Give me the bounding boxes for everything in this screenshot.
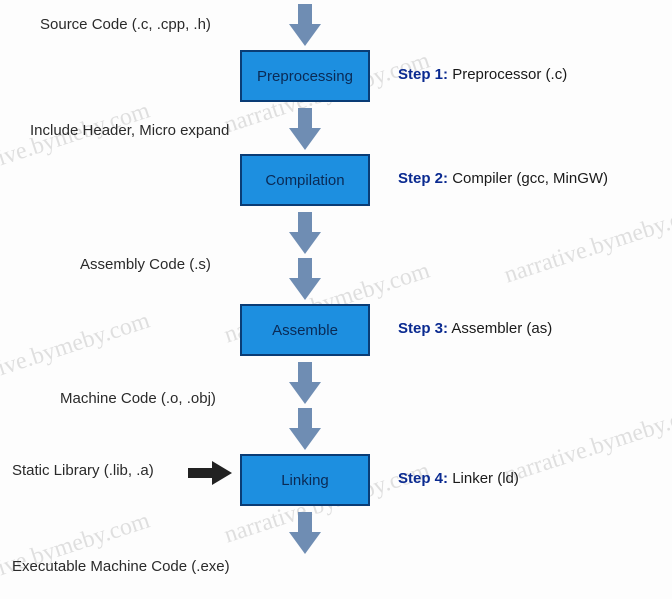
stage-assemble: Assemble (240, 304, 370, 356)
arrow-down-icon (291, 512, 319, 554)
step-text: Linker (ld) (452, 470, 519, 487)
step-prefix: Step 4: (398, 470, 448, 487)
arrow-down-icon (291, 258, 319, 300)
arrow-right-icon (188, 462, 234, 484)
watermark: narrative.bymeby.com (0, 508, 153, 599)
step-text: Preprocessor (.c) (452, 66, 567, 83)
stage-label: Assemble (272, 322, 338, 339)
stage-preprocessing: Preprocessing (240, 50, 370, 102)
watermark: narrative.bymeby.com (0, 308, 153, 400)
watermark: narrative.bymeby.com (501, 198, 672, 290)
watermark: narrative.bymeby.com (0, 98, 153, 190)
step-4-label: Step 4: Linker (ld) (398, 470, 519, 487)
arrow-down-icon (291, 362, 319, 404)
stage-label: Preprocessing (257, 68, 353, 85)
stage-label: Linking (281, 472, 329, 489)
source-code-label: Source Code (.c, .cpp, .h) (40, 16, 211, 33)
include-header-label: Include Header, Micro expand (30, 122, 229, 139)
step-prefix: Step 2: (398, 170, 448, 187)
machine-code-label: Machine Code (.o, .obj) (60, 390, 216, 407)
arrow-down-icon (291, 408, 319, 450)
arrow-down-icon (291, 108, 319, 150)
stage-label: Compilation (265, 172, 344, 189)
static-library-label: Static Library (.lib, .a) (12, 462, 154, 479)
step-text: Assembler (as) (451, 320, 552, 337)
arrow-down-icon (291, 212, 319, 254)
executable-output-label: Executable Machine Code (.exe) (12, 558, 230, 575)
step-text: Compiler (gcc, MinGW) (452, 170, 608, 187)
arrow-down-icon (291, 4, 319, 46)
step-1-label: Step 1: Preprocessor (.c) (398, 66, 567, 83)
stage-linking: Linking (240, 454, 370, 506)
step-2-label: Step 2: Compiler (gcc, MinGW) (398, 170, 608, 187)
assembly-code-label: Assembly Code (.s) (80, 256, 211, 273)
watermark: narrative.bymeby.com (501, 398, 672, 490)
step-3-label: Step 3: Assembler (as) (398, 320, 552, 337)
stage-compilation: Compilation (240, 154, 370, 206)
step-prefix: Step 3: (398, 320, 448, 337)
step-prefix: Step 1: (398, 66, 448, 83)
